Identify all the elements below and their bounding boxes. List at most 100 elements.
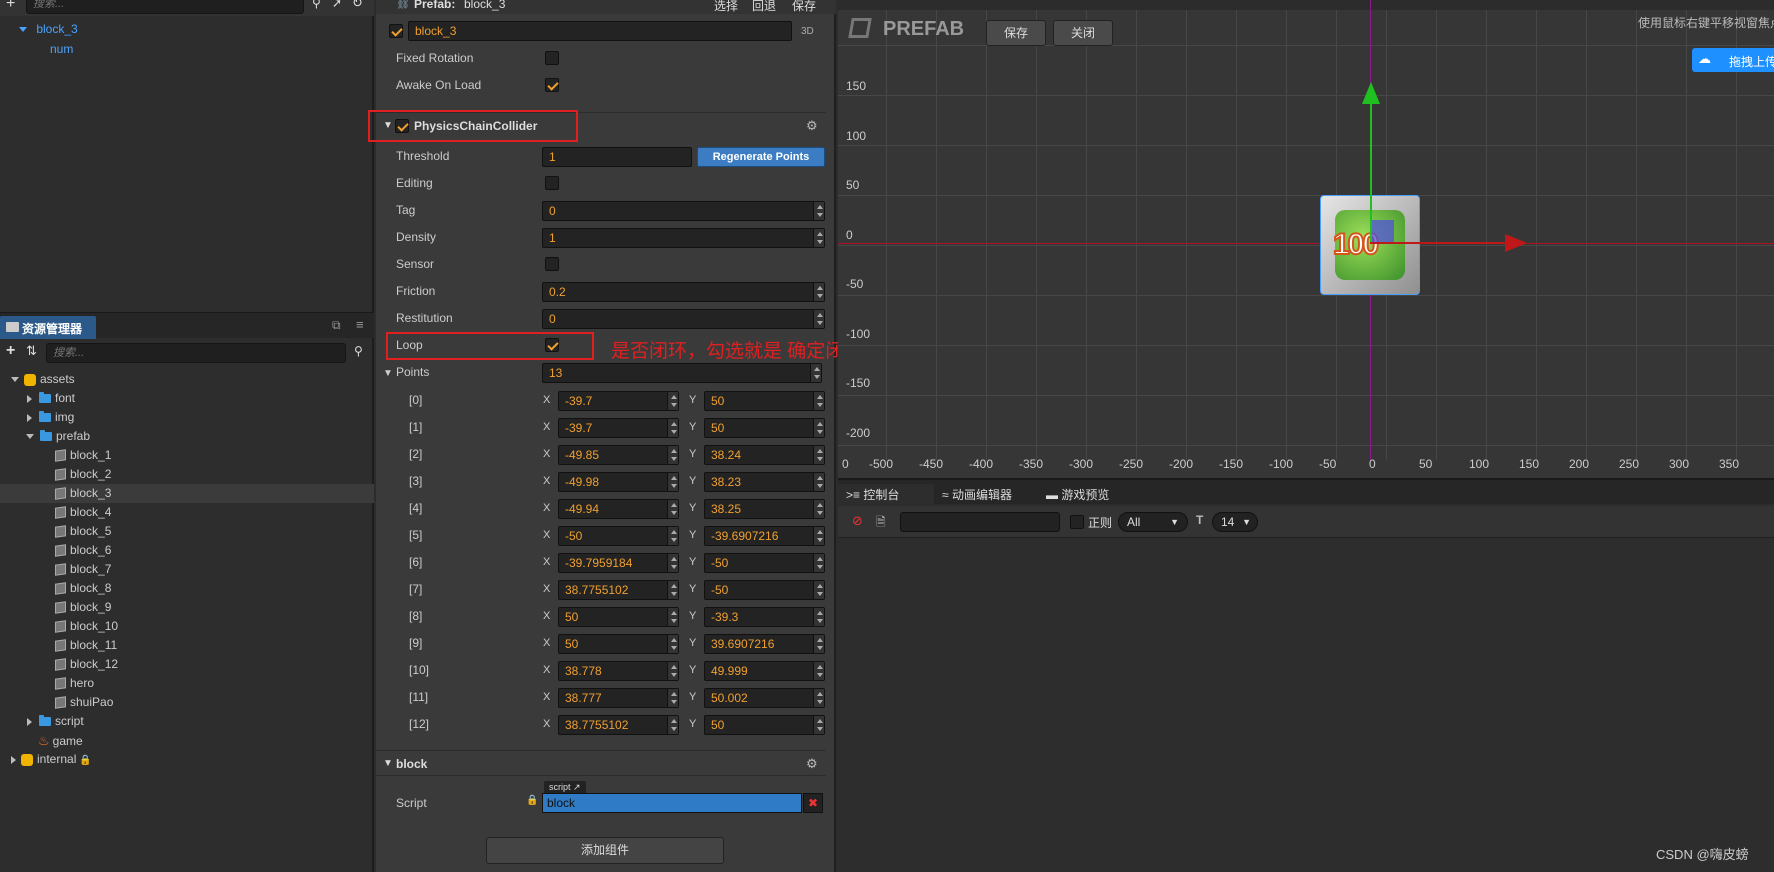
revert-button[interactable]: 回退 xyxy=(752,0,776,14)
tag-input[interactable]: 0 xyxy=(542,201,825,221)
add-icon[interactable]: + xyxy=(6,342,15,360)
stepper-icon[interactable] xyxy=(813,635,824,653)
menu-icon[interactable]: ≡ xyxy=(356,317,364,332)
stepper-icon[interactable] xyxy=(667,635,678,653)
expand-icon[interactable] xyxy=(27,394,32,403)
stepper-icon[interactable] xyxy=(667,419,678,437)
point-x-input[interactable]: -49.98 xyxy=(558,472,679,492)
point-x-input[interactable]: 38.7755102 xyxy=(558,580,679,600)
asset-prefab-item[interactable]: block_11 xyxy=(0,636,374,655)
refresh-icon[interactable]: ↻ xyxy=(352,0,363,11)
stepper-icon[interactable] xyxy=(813,202,824,220)
asset-prefab-item[interactable]: block_12 xyxy=(0,655,374,674)
expand-icon[interactable] xyxy=(27,413,32,422)
asset-prefab-item[interactable]: block_9 xyxy=(0,598,374,617)
tab-assets[interactable]: 资源管理器 xyxy=(0,316,96,339)
sensor-checkbox[interactable] xyxy=(545,257,559,271)
point-y-input[interactable]: 38.25 xyxy=(704,499,825,519)
stepper-icon[interactable] xyxy=(813,310,824,328)
stepper-icon[interactable] xyxy=(813,662,824,680)
stepper-icon[interactable] xyxy=(813,283,824,301)
upload-button[interactable]: ☁ 拖拽上传 xyxy=(1692,48,1774,72)
point-y-input[interactable]: -50 xyxy=(704,553,825,573)
close-button[interactable]: 关闭 xyxy=(1053,20,1113,46)
stepper-icon[interactable] xyxy=(667,689,678,707)
point-x-input[interactable]: -49.85 xyxy=(558,445,679,465)
move-gizmo-xy-handle[interactable] xyxy=(1372,220,1394,242)
point-y-input[interactable]: 38.23 xyxy=(704,472,825,492)
point-x-input[interactable]: 38.7755102 xyxy=(558,715,679,735)
collapse-icon[interactable]: ▼ xyxy=(383,751,393,777)
asset-folder-prefab[interactable]: prefab xyxy=(0,427,374,446)
arrow-up-icon[interactable] xyxy=(1362,82,1380,104)
regex-checkbox[interactable] xyxy=(1070,515,1084,529)
script-asset-field[interactable]: block xyxy=(542,793,802,813)
assets-search-input[interactable]: 搜索... xyxy=(46,343,346,363)
stepper-icon[interactable] xyxy=(813,689,824,707)
move-gizmo-x[interactable] xyxy=(1370,242,1505,244)
asset-folder-font[interactable]: font xyxy=(0,389,374,408)
point-y-input[interactable]: 38.24 xyxy=(704,445,825,465)
point-x-input[interactable]: -39.7 xyxy=(558,391,679,411)
stepper-icon[interactable] xyxy=(813,554,824,572)
stepper-icon[interactable] xyxy=(813,229,824,247)
asset-prefab-item[interactable]: block_5 xyxy=(0,522,374,541)
stepper-icon[interactable] xyxy=(667,554,678,572)
clear-icon[interactable]: ✖ xyxy=(803,793,823,813)
asset-prefab-item[interactable]: block_6 xyxy=(0,541,374,560)
point-x-input[interactable]: -39.7959184 xyxy=(558,553,679,573)
save-prefab-button[interactable]: 保存 xyxy=(792,0,816,14)
point-y-input[interactable]: -50 xyxy=(704,580,825,600)
point-y-input[interactable]: 49.999 xyxy=(704,661,825,681)
stepper-icon[interactable] xyxy=(813,500,824,518)
stepper-icon[interactable] xyxy=(667,473,678,491)
expand-icon[interactable] xyxy=(11,755,16,764)
stepper-icon[interactable] xyxy=(813,392,824,410)
search-icon[interactable]: ⚲ xyxy=(354,344,363,358)
pin-icon[interactable]: ➚ xyxy=(332,0,342,10)
stepper-icon[interactable] xyxy=(667,527,678,545)
mode-3d-label[interactable]: 3D xyxy=(801,26,814,37)
asset-folder-img[interactable]: img xyxy=(0,408,374,427)
stepper-icon[interactable] xyxy=(813,716,824,734)
stepper-icon[interactable] xyxy=(667,716,678,734)
hierarchy-node-num[interactable]: num xyxy=(0,40,374,59)
stepper-icon[interactable] xyxy=(813,446,824,464)
asset-folder-script[interactable]: script xyxy=(0,712,374,731)
point-x-input[interactable]: -39.7 xyxy=(558,418,679,438)
asset-scene-game[interactable]: ♨ game xyxy=(0,731,374,750)
tab-game-preview[interactable]: ▬ 游戏预览 xyxy=(1038,484,1134,506)
clear-console-icon[interactable]: ⊘ xyxy=(852,513,863,529)
point-y-input[interactable]: 50.002 xyxy=(704,688,825,708)
regenerate-points-button[interactable]: Regenerate Points xyxy=(697,147,825,167)
asset-prefab-item[interactable]: block_4 xyxy=(0,503,374,522)
stepper-icon[interactable] xyxy=(667,662,678,680)
stepper-icon[interactable] xyxy=(813,419,824,437)
collapse-icon[interactable]: ▼ xyxy=(383,368,393,379)
sort-icon[interactable]: ⇅ xyxy=(26,343,37,359)
stepper-icon[interactable] xyxy=(813,527,824,545)
point-y-input[interactable]: 50 xyxy=(704,391,825,411)
point-y-input[interactable]: 50 xyxy=(704,715,825,735)
save-button[interactable]: 保存 xyxy=(986,20,1046,46)
scene-view[interactable]: PREFAB 保存 关闭 使用鼠标右键平移视窗焦点 ☁ 拖拽上传 150 100 5… xyxy=(838,0,1774,478)
asset-prefab-item[interactable]: block_1 xyxy=(0,446,374,465)
point-x-input[interactable]: -49.94 xyxy=(558,499,679,519)
expand-icon[interactable] xyxy=(27,717,32,726)
asset-internal[interactable]: internal 🔒 xyxy=(0,750,374,769)
stepper-icon[interactable] xyxy=(667,500,678,518)
console-filter-input[interactable] xyxy=(900,512,1060,532)
stepper-icon[interactable] xyxy=(667,608,678,626)
font-size-select[interactable]: 14 ▼ xyxy=(1212,512,1258,532)
stepper-icon[interactable] xyxy=(667,392,678,410)
hierarchy-search-input[interactable]: 搜索... xyxy=(26,0,304,14)
stepper-icon[interactable] xyxy=(667,446,678,464)
hierarchy-node-block3[interactable]: block_3 xyxy=(0,20,374,39)
gear-icon[interactable]: ⚙ xyxy=(806,751,818,777)
external-link-icon[interactable]: ↗ xyxy=(573,782,581,792)
search-icon[interactable]: ⚲ xyxy=(312,0,321,10)
tab-animation-editor[interactable]: ≈ 动画编辑器 xyxy=(934,484,1036,506)
asset-root[interactable]: assets xyxy=(0,370,374,389)
tab-console[interactable]: >≡ 控制台 xyxy=(838,484,934,506)
point-y-input[interactable]: -39.6907216 xyxy=(704,526,825,546)
